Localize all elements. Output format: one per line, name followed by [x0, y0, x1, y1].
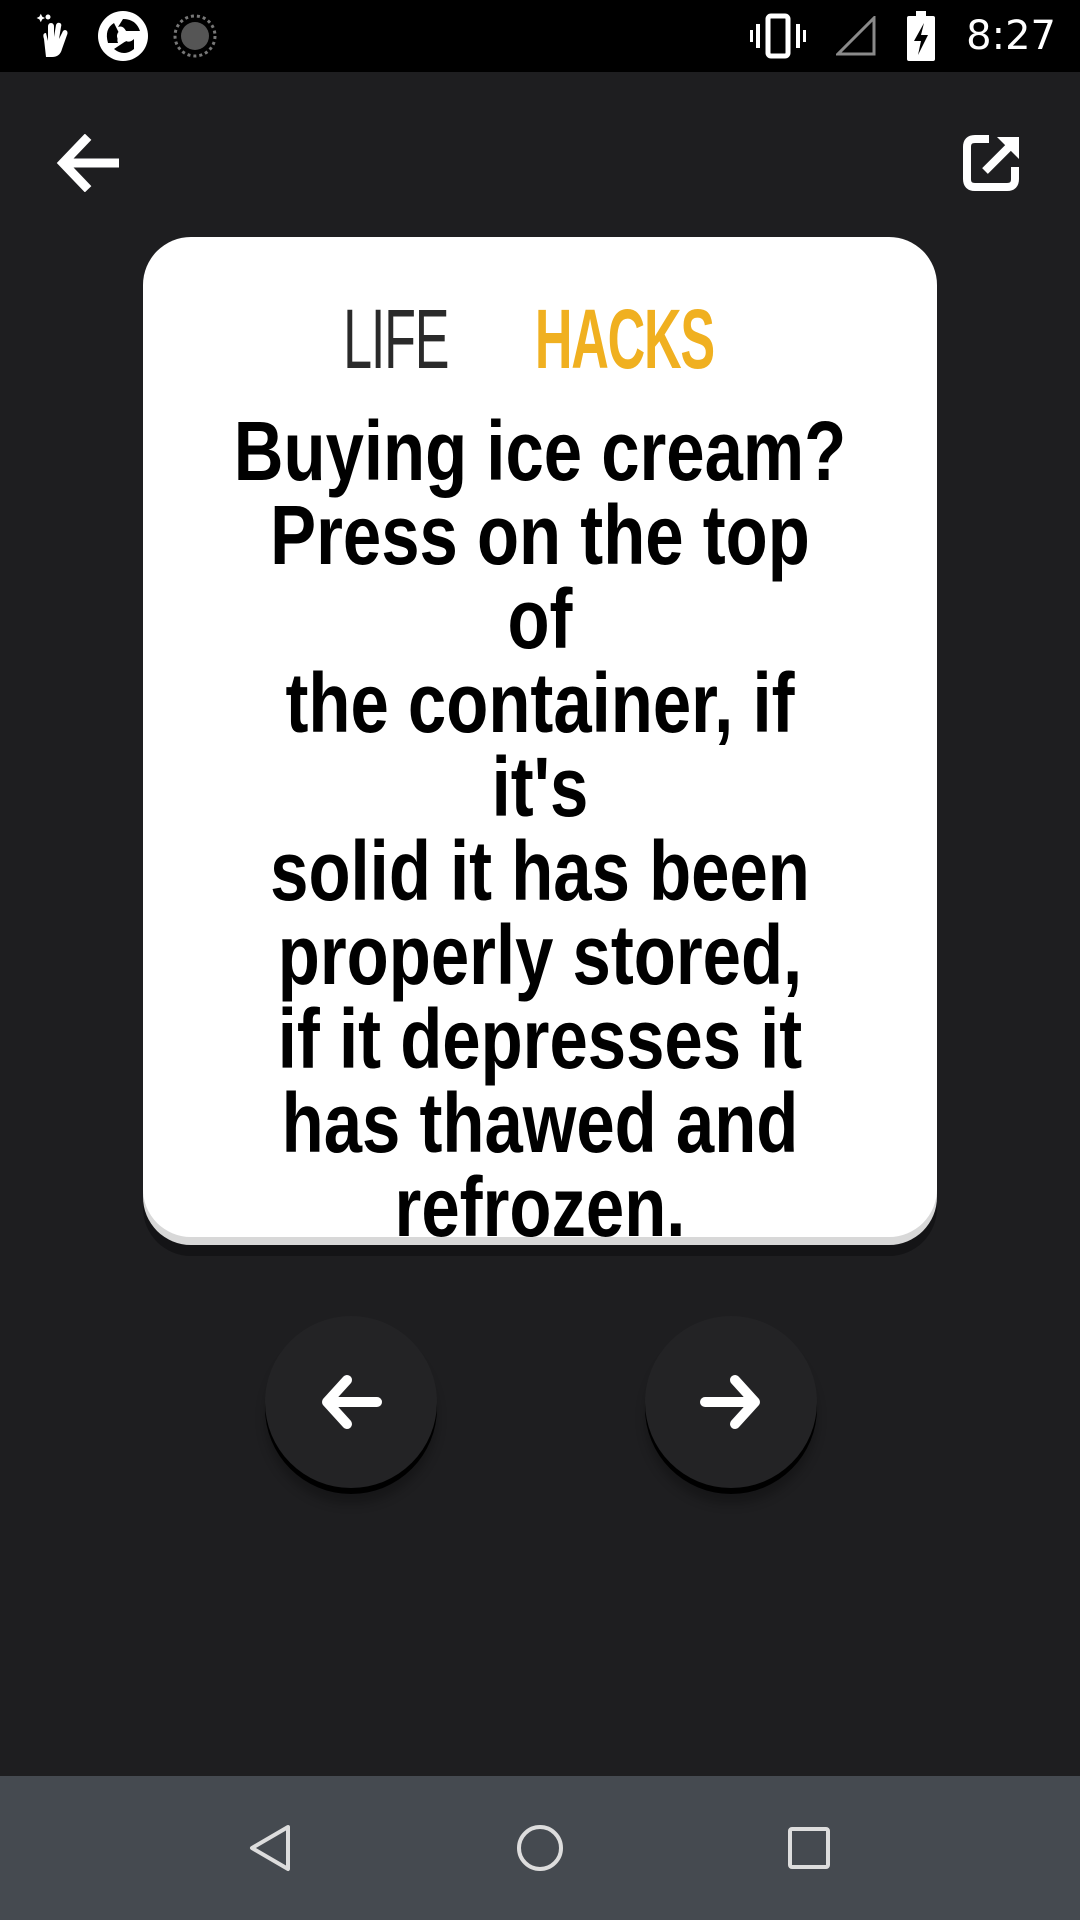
arrow-left-icon: [56, 134, 119, 192]
back-button[interactable]: [50, 128, 126, 198]
triangle-back-icon: [250, 1825, 290, 1871]
signal-icon: [836, 16, 876, 56]
square-recents-icon: [788, 1827, 830, 1869]
browser-circle-icon: [98, 11, 148, 61]
loading-spinner-icon: [173, 14, 217, 58]
brand-life: LIFE: [343, 292, 449, 386]
share-external-icon: [963, 135, 1019, 191]
status-bar-right: 8:27: [750, 10, 1056, 62]
arrow-right-icon: [700, 1375, 760, 1429]
status-time: 8:27: [966, 13, 1056, 59]
previous-hack-button[interactable]: [265, 1316, 437, 1488]
brand-logo: LIFE HACKS: [143, 297, 937, 381]
vibrate-icon: [750, 13, 807, 59]
system-nav-bar: [0, 1776, 1080, 1920]
brand-hacks: HACKS: [535, 292, 715, 386]
clean-hand-icon: [36, 13, 68, 57]
system-recents-button[interactable]: [773, 1812, 845, 1884]
status-bar: 8:27: [0, 0, 1080, 72]
arrow-left-icon: [322, 1375, 382, 1429]
screen: 8:27 LIFE HACKS Buying ice cream? Press …: [0, 0, 1080, 1920]
system-back-button[interactable]: [234, 1812, 306, 1884]
next-hack-button[interactable]: [645, 1316, 817, 1488]
status-bar-left: [34, 10, 218, 62]
life-hack-card: LIFE HACKS Buying ice cream? Press on th…: [143, 237, 937, 1249]
hack-text: Buying ice cream? Press on the top of th…: [233, 404, 847, 1254]
system-home-button[interactable]: [504, 1812, 576, 1884]
battery-charging-icon: [907, 11, 936, 61]
circle-home-icon: [517, 1825, 563, 1871]
share-button[interactable]: [958, 128, 1028, 198]
